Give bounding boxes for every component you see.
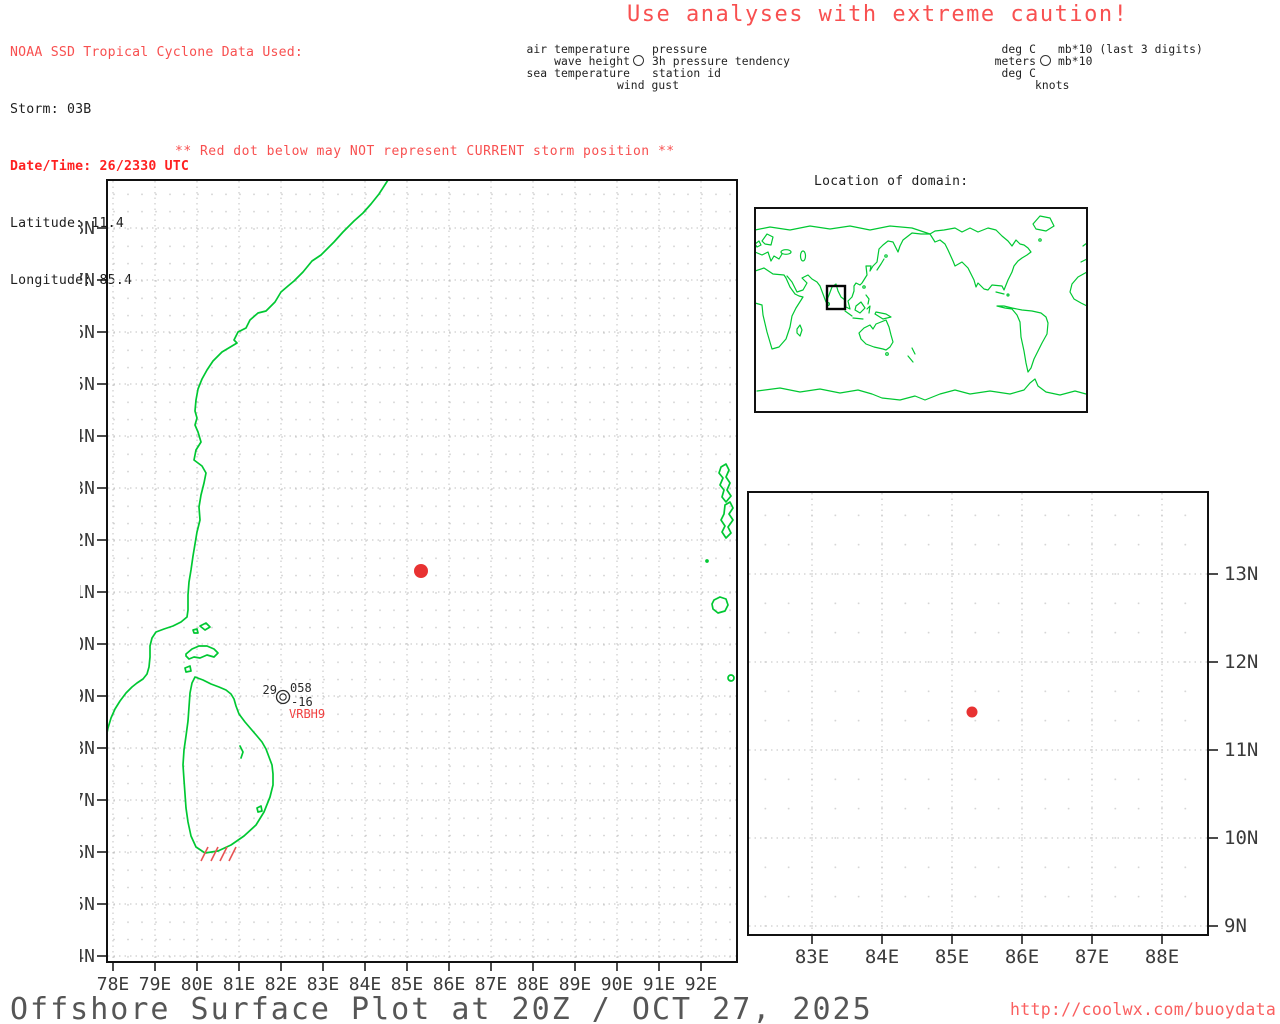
- y-tick-label: 9N: [80, 686, 95, 707]
- inset-x-tick-label: 88E: [1145, 946, 1179, 968]
- header-storm-line: Storm: 03B: [10, 102, 92, 117]
- storm-dot: [414, 564, 428, 578]
- y-tick-label: 8N: [80, 738, 95, 759]
- world-coastlines: [754, 215, 1088, 401]
- main-map: 29 058 -16 VRBH9 78E 79E 80E 81E 82E 83E…: [80, 179, 738, 995]
- inset-minor-grid-dots: [749, 493, 1207, 934]
- station-circle-icon: [633, 55, 644, 66]
- caution-title: Use analyses with extreme caution!: [627, 2, 1129, 27]
- inset-y-axis: 13N 12N 11N 10N 9N: [1224, 563, 1258, 937]
- y-tick-label: 10N: [80, 634, 95, 655]
- station-id-label: VRBH9: [289, 707, 325, 721]
- y-tick-label: 5N: [80, 894, 95, 915]
- inset-x-tick-label: 84E: [865, 946, 899, 968]
- inset-y-tick-label: 9N: [1224, 915, 1247, 937]
- y-tick-label: 16N: [80, 322, 95, 343]
- legend-sea-temperature: sea temperature: [526, 67, 630, 80]
- inset-y-tick-label: 12N: [1224, 651, 1258, 673]
- y-tick-label: 4N: [80, 946, 95, 967]
- inset-x-tick-label: 87E: [1075, 946, 1109, 968]
- y-tick-label: 11N: [80, 582, 95, 603]
- inset-storm-dot: [966, 706, 978, 718]
- y-tick-label: 13N: [80, 478, 95, 499]
- inset-y-tick-label: 13N: [1224, 563, 1258, 585]
- legend-wind-gust: wind gust: [617, 79, 680, 92]
- inset-x-tick-label: 86E: [1005, 946, 1039, 968]
- domain-inset-title: Location of domain:: [814, 174, 969, 189]
- station-air-temp: 29: [263, 683, 277, 697]
- units-mb10: mb*10: [1058, 55, 1093, 68]
- station-pressure: 058: [290, 681, 312, 695]
- y-tick-label: 18N: [80, 218, 95, 239]
- y-tick-label: 6N: [80, 842, 95, 863]
- y-tick-label: 12N: [80, 530, 95, 551]
- plot-title: Offshore Surface Plot at 20Z / OCT 27, 2…: [10, 992, 873, 1024]
- units-knots: knots: [1035, 79, 1070, 92]
- world-map-inset: [754, 207, 1088, 413]
- inset-x-axis: 83E 84E 85E 86E 87E 88E: [795, 946, 1179, 968]
- inset-y-tick-label: 10N: [1224, 827, 1258, 849]
- units-circle-icon: [1040, 55, 1051, 66]
- y-tick-label: 15N: [80, 374, 95, 395]
- y-tick-label: 17N: [80, 270, 95, 291]
- inset-x-tick-label: 85E: [935, 946, 969, 968]
- storm-position-warning: ** Red dot below may NOT represent CURRE…: [175, 144, 675, 159]
- units-deg-c-2: deg C: [1001, 67, 1036, 80]
- zoom-inset-map: 83E 84E 85E 86E 87E 88E 13N 12N 11N 10N …: [747, 491, 1258, 968]
- y-tick-label: 7N: [80, 790, 95, 811]
- station-outer-circle-icon: [275, 689, 291, 705]
- header-source-line: NOAA SSD Tropical Cyclone Data Used:: [10, 45, 304, 60]
- inset-y-tick-label: 11N: [1224, 739, 1258, 761]
- inset-x-tick-label: 83E: [795, 946, 829, 968]
- world-map-frame: [754, 207, 1088, 413]
- source-url: http://coolwx.com/buoydata: [1010, 1000, 1277, 1019]
- main-map-y-axis: 18N 17N 16N 15N 14N 13N 12N 11N 10N 9N 8…: [80, 218, 95, 967]
- y-tick-label: 14N: [80, 426, 95, 447]
